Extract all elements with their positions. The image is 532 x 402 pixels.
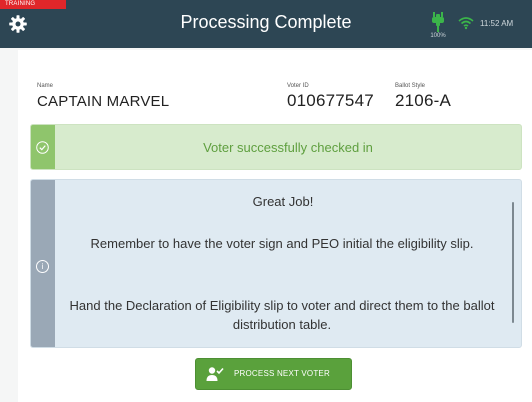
process-next-voter-label: PROCESS NEXT VOTER (234, 369, 330, 378)
instruction-paragraph-2: Hand the Declaration of Eligibility slip… (69, 298, 495, 332)
success-message: Voter successfully checked in (203, 140, 373, 155)
process-next-voter-button[interactable]: PROCESS NEXT VOTER (195, 358, 352, 390)
info-heading: Great Job! (252, 194, 314, 209)
clock-time: 11:52 AM (480, 19, 514, 28)
success-strip (31, 125, 55, 169)
check-circle-icon (36, 141, 49, 154)
info-circle-icon: i (36, 260, 49, 273)
scrollbar[interactable] (512, 202, 514, 323)
top-header: TRAINING Processing Complete 100% 11:52 … (0, 0, 532, 48)
user-check-icon (206, 367, 224, 381)
instructions-panel: i Great Job! Remember to have the voter … (30, 179, 522, 348)
voter-id-value: 010677547 (287, 91, 374, 110)
ballot-style-label: Ballot Style (395, 83, 426, 89)
training-badge: TRAINING (0, 0, 66, 9)
voter-id-label: Voter ID (287, 83, 309, 89)
info-strip: i (31, 180, 55, 347)
voter-name: CAPTAIN MARVEL (37, 93, 170, 110)
wifi-icon (458, 17, 474, 30)
battery-level: 100% (430, 33, 446, 39)
success-banner: Voter successfully checked in (30, 124, 522, 170)
name-label: Name (37, 83, 54, 89)
page-title: Processing Complete (180, 12, 352, 32)
instruction-paragraph-1: Remember to have the voter sign and PEO … (90, 236, 474, 251)
ballot-style-value: 2106-A (395, 91, 452, 110)
